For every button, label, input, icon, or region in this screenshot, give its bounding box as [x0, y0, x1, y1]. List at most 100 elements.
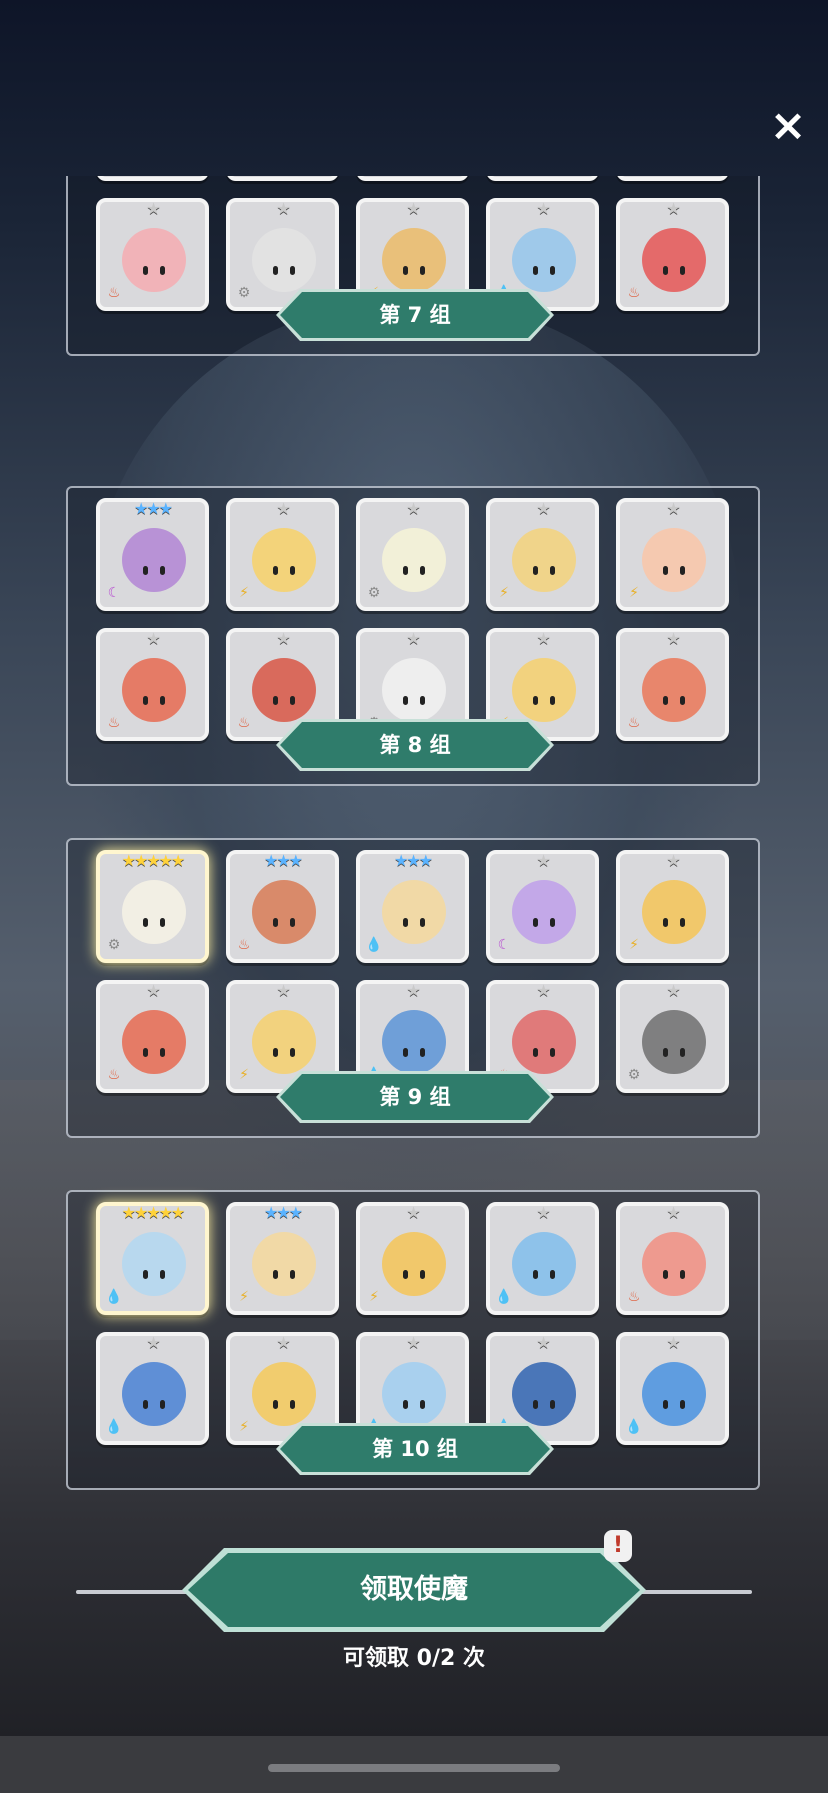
familiar-card[interactable]: ★⚙: [616, 980, 729, 1093]
familiar-card[interactable]: 💧: [356, 176, 469, 181]
familiar-card[interactable]: 💧: [616, 176, 729, 181]
star-rating: ★: [146, 981, 160, 1000]
water-icon: 💧: [105, 1419, 123, 1435]
familiar-portrait: [642, 528, 706, 592]
familiar-portrait: [382, 228, 446, 292]
familiar-card[interactable]: ☾: [226, 176, 339, 181]
familiar-portrait: [382, 658, 446, 722]
star-rating: ★: [536, 629, 550, 648]
water-icon: 💧: [495, 1289, 513, 1305]
star-rating: ★: [666, 199, 680, 218]
close-icon[interactable]: ×: [766, 104, 810, 148]
familiar-portrait: [122, 880, 186, 944]
familiar-card[interactable]: ★⚡: [616, 498, 729, 611]
familiar-card[interactable]: ★⚡: [486, 498, 599, 611]
familiar-card[interactable]: ★★★ 💧: [356, 850, 469, 963]
familiar-card[interactable]: ★★★ ♨: [226, 850, 339, 963]
familiar-card[interactable]: ★♨: [96, 628, 209, 741]
familiar-portrait: [382, 1232, 446, 1296]
familiar-portrait: [252, 658, 316, 722]
familiar-card[interactable]: ★♨: [96, 198, 209, 311]
gear-icon: ⚙: [107, 937, 121, 953]
familiar-portrait: [252, 1362, 316, 1426]
face-icon: [660, 566, 688, 576]
face-icon: [400, 1048, 428, 1058]
familiar-portrait: [642, 1010, 706, 1074]
familiar-card[interactable]: ★♨: [616, 628, 729, 741]
familiar-card[interactable]: ★♨: [96, 980, 209, 1093]
face-icon: [530, 1400, 558, 1410]
home-indicator[interactable]: [268, 1764, 560, 1772]
familiar-card[interactable]: ★⚡: [356, 1202, 469, 1315]
face-icon: [660, 1048, 688, 1058]
familiar-card[interactable]: ★💧: [96, 1332, 209, 1445]
star-rating: ★: [276, 981, 290, 1000]
star-rating: ★: [146, 199, 160, 218]
water-icon: 💧: [625, 1419, 643, 1435]
familiar-portrait: [122, 1232, 186, 1296]
face-icon: [270, 1270, 298, 1280]
familiar-portrait: [252, 880, 316, 944]
familiar-portrait: [252, 1232, 316, 1296]
familiar-card[interactable]: ★⚡: [226, 498, 339, 611]
familiar-card[interactable]: ⚙: [96, 176, 209, 181]
claim-button[interactable]: 领取使魔: [188, 1553, 640, 1627]
familiar-portrait: [382, 528, 446, 592]
familiar-portrait: [512, 528, 576, 592]
familiar-portrait: [382, 880, 446, 944]
gear-icon: ⚙: [627, 1067, 641, 1083]
star-rating: ★: [666, 981, 680, 1000]
fire-icon: ♨: [627, 715, 641, 731]
face-icon: [530, 918, 558, 928]
face-icon: [400, 918, 428, 928]
gear-icon: ⚙: [367, 585, 381, 601]
star-rating: ★: [406, 1203, 420, 1222]
star-rating: ★★★: [263, 1203, 303, 1222]
group-label: 第 10 组: [280, 1426, 550, 1472]
familiar-portrait: [122, 1362, 186, 1426]
familiar-portrait: [382, 1010, 446, 1074]
familiar-card[interactable]: ★★★★★ ⚙: [96, 850, 209, 963]
familiar-portrait: [382, 1362, 446, 1426]
fire-icon: ♨: [107, 285, 121, 301]
familiar-portrait: [512, 1232, 576, 1296]
star-rating: ★: [276, 629, 290, 648]
star-rating: ★: [666, 499, 680, 518]
familiar-portrait: [252, 1010, 316, 1074]
fire-icon: ♨: [627, 285, 641, 301]
star-rating: ★: [276, 499, 290, 518]
face-icon: [400, 696, 428, 706]
claim-count: 可领取 0/2 次: [343, 1646, 485, 1671]
star-rating: ★: [406, 629, 420, 648]
star-rating: ★★★: [133, 499, 173, 518]
familiar-card[interactable]: ★⚡: [616, 850, 729, 963]
familiar-card[interactable]: ★💧: [616, 1332, 729, 1445]
face-icon: [530, 266, 558, 276]
familiar-card[interactable]: ★♨: [616, 1202, 729, 1315]
familiar-card[interactable]: ★⚙: [356, 498, 469, 611]
familiar-card[interactable]: ★★★ ☾: [96, 498, 209, 611]
familiar-portrait: [512, 1010, 576, 1074]
star-rating: ★: [146, 1333, 160, 1352]
familiar-card[interactable]: ★★★★★ 💧: [96, 1202, 209, 1315]
moon-icon: ☾: [497, 937, 511, 953]
familiar-portrait: [122, 228, 186, 292]
familiar-portrait: [512, 1362, 576, 1426]
star-rating: ★★★: [263, 851, 303, 870]
group-label: 第 7 组: [280, 292, 550, 338]
face-icon: [660, 266, 688, 276]
familiar-card[interactable]: ★♨: [616, 198, 729, 311]
star-rating: ★: [406, 981, 420, 1000]
familiar-card[interactable]: ★💧: [486, 1202, 599, 1315]
face-icon: [530, 1270, 558, 1280]
fire-icon: ♨: [107, 1067, 121, 1083]
face-icon: [140, 566, 168, 576]
familiar-card[interactable]: ★ ☾: [486, 850, 599, 963]
face-icon: [140, 918, 168, 928]
group-list[interactable]: ⚙☾💧💧💧★♨★⚙★⚡★💧★♨第 7 组★★★☾★⚡★⚙★⚡★⚡★♨★♨★⚙★⚡…: [0, 176, 828, 1506]
thunder-icon: ⚡: [499, 585, 509, 601]
star-rating: ★: [406, 499, 420, 518]
familiar-card[interactable]: ★★★ ⚡: [226, 1202, 339, 1315]
group-label: 第 8 组: [280, 722, 550, 768]
familiar-card[interactable]: 💧: [486, 176, 599, 181]
